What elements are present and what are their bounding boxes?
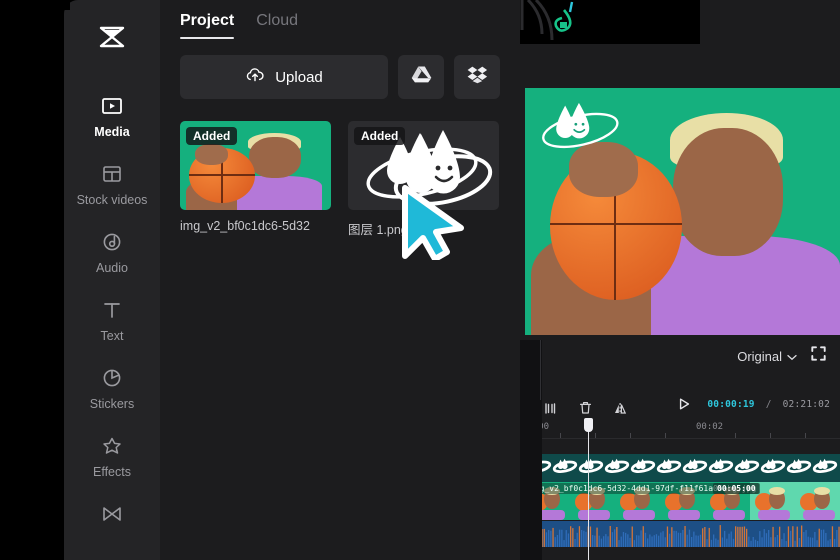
quality-label: Original (737, 348, 782, 364)
capcut-editor-window: Media Stock videos Audio Text Stickers E… (0, 0, 840, 560)
delete-trash-icon[interactable] (579, 401, 592, 415)
sidebar-item-stickers[interactable]: Stickers (64, 354, 160, 422)
sticker-circle-icon (101, 365, 123, 391)
timecode-display: 00:00:19 / 02:21:02 (679, 398, 830, 410)
dropbox-icon (467, 65, 488, 89)
quality-dropdown[interactable]: Original (737, 349, 797, 364)
sidebar-item-transitions[interactable] (64, 490, 160, 544)
upload-button-label: Upload (275, 68, 323, 86)
google-drive-button[interactable] (398, 55, 444, 99)
ruler-label: 00:02 (696, 422, 724, 432)
fullscreen-button[interactable] (811, 346, 826, 366)
fullscreen-icon (811, 346, 826, 361)
google-drive-icon (411, 65, 432, 89)
total-timecode: 02:21:02 (782, 398, 830, 410)
top-fragment (520, 0, 700, 44)
mirror-flip-icon[interactable] (614, 402, 628, 415)
sidebar-item-label: Audio (96, 261, 128, 275)
sidebar-item-stock-videos[interactable]: Stock videos (64, 150, 160, 218)
panel-tabs: Project Cloud (160, 0, 520, 39)
split-icon[interactable] (544, 402, 557, 415)
media-card-label: img_v2_bf0c1dc6-5d32 (180, 219, 310, 233)
play-icon[interactable] (679, 398, 690, 410)
sidebar-nav: Media Stock videos Audio Text Stickers E… (64, 66, 160, 544)
cloud-upload-icon (245, 67, 265, 87)
upload-row: Upload (160, 39, 520, 99)
sidebar-item-text[interactable]: Text (64, 286, 160, 354)
playhead-line (588, 420, 589, 560)
media-thumbnail[interactable]: Added (348, 121, 499, 210)
audio-waveform (526, 525, 840, 547)
upload-button[interactable]: Upload (180, 55, 388, 99)
clip-duration-label: 00:05:00 (713, 483, 760, 494)
sidebar-item-effects[interactable]: Effects (64, 422, 160, 490)
text-t-icon (101, 297, 123, 323)
tab-project[interactable]: Project (180, 12, 235, 39)
media-card-label: 图层 1.png (348, 223, 408, 237)
timecode-separator: / (765, 398, 772, 410)
media-thumbnail[interactable]: Added (180, 121, 331, 210)
timeline-ruler[interactable]: 00:00 00:02 (520, 418, 840, 439)
window-corner-mask (60, 0, 70, 10)
current-timecode: 00:00:19 (707, 398, 755, 410)
audio-note-icon (101, 229, 123, 255)
media-card[interactable]: Added 图层 1.png (348, 121, 499, 238)
preview-photo (525, 88, 840, 335)
sidebar-item-label: Stock videos (76, 193, 148, 207)
media-play-frame-icon (101, 93, 123, 119)
effects-star-icon (101, 433, 123, 459)
panel-divider (540, 340, 541, 400)
video-track-clip[interactable]: img_v2_bf0c1dc6-5d32-4dd1-97df-f11f61a05… (525, 482, 840, 520)
layout-grid-icon (101, 161, 123, 187)
status-badge: Added (186, 127, 238, 145)
left-sidebar: Media Stock videos Audio Text Stickers E… (64, 0, 160, 560)
partial-logo-icon (520, 0, 574, 41)
sidebar-item-label: Stickers (89, 397, 135, 411)
dropbox-button[interactable] (454, 55, 500, 99)
chevron-down-icon (787, 349, 797, 364)
project-panel: Project Cloud Upload Added img_v2_bf0c1d… (160, 0, 520, 560)
editor-workspace: Original 00:00:19 / 02:21:02 00:02 img_v… (520, 0, 840, 560)
transition-bowtie-icon (101, 501, 123, 527)
playhead-handle[interactable] (584, 418, 593, 432)
video-preview[interactable] (525, 88, 840, 335)
preview-controls: Original (520, 340, 840, 372)
sidebar-item-label: Media (94, 125, 130, 139)
media-grid: Added img_v2_bf0c1dc6-5d32 Added 图层 1.pn… (160, 99, 520, 238)
app-logo[interactable] (64, 8, 160, 66)
capcut-logo-icon (99, 26, 125, 48)
sidebar-item-media[interactable]: Media (64, 82, 160, 150)
media-card[interactable]: Added img_v2_bf0c1dc6-5d32 (180, 121, 331, 238)
sidebar-item-audio[interactable]: Audio (64, 218, 160, 286)
sidebar-item-label: Text (100, 329, 124, 343)
timeline-left-gutter (520, 340, 542, 560)
sidebar-item-label: Effects (93, 465, 131, 479)
audio-track-clip[interactable] (525, 521, 840, 547)
status-badge: Added (354, 127, 406, 145)
tab-cloud[interactable]: Cloud (256, 12, 298, 39)
